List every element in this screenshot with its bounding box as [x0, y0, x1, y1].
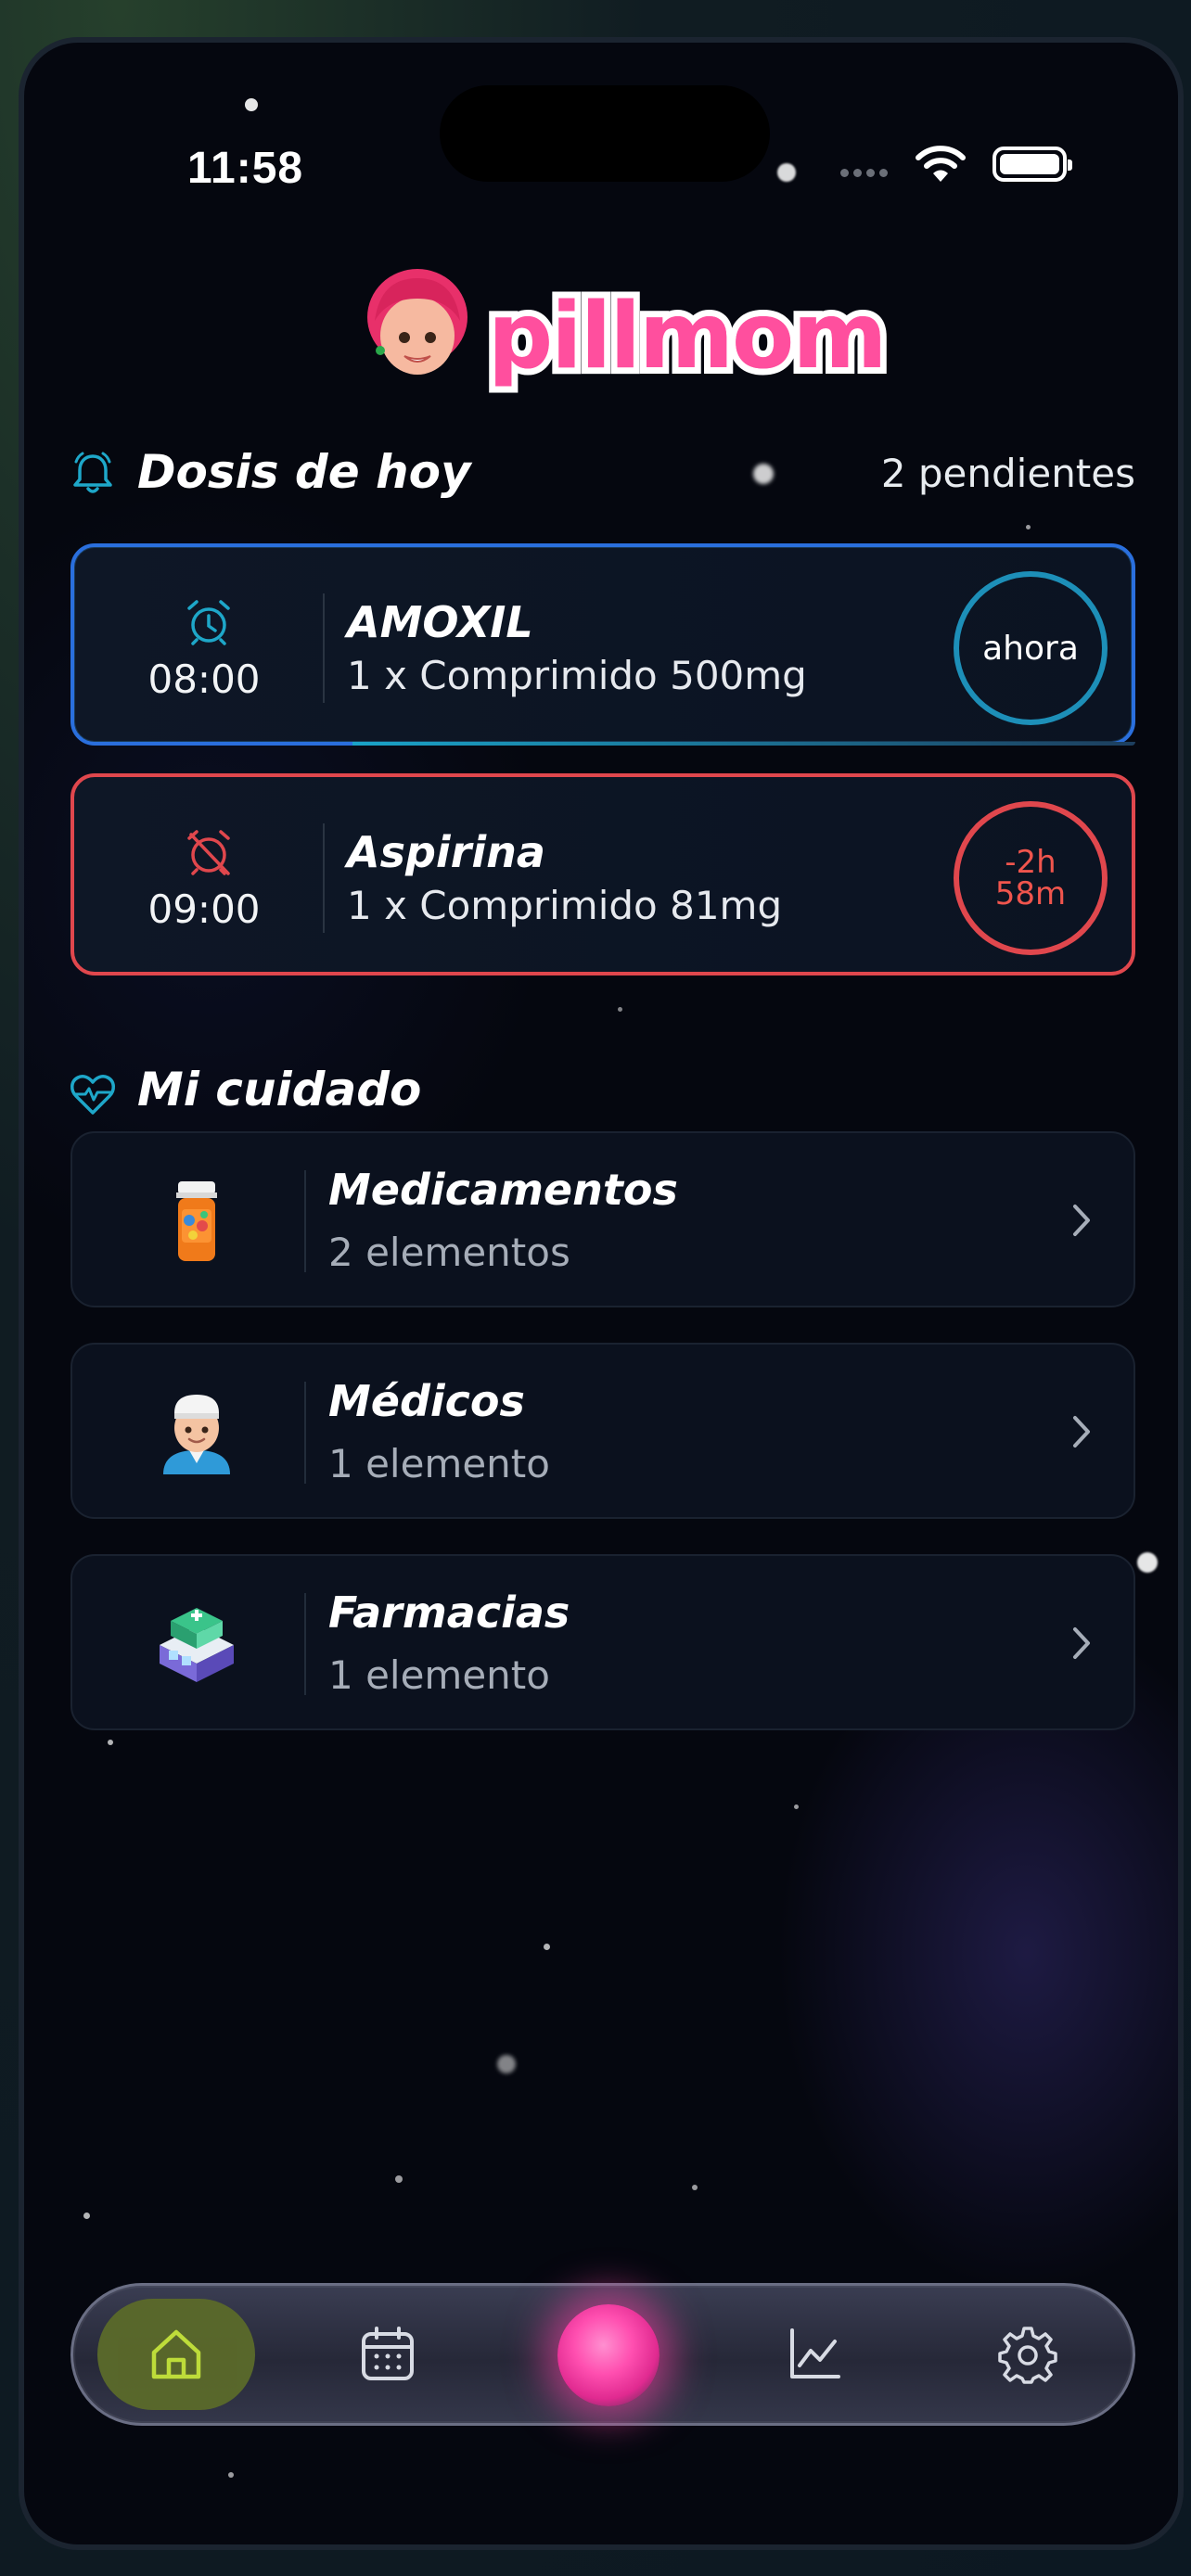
pill-bottle-icon — [176, 1181, 217, 1261]
chevron-right-icon — [1073, 1627, 1090, 1659]
app-logo-text-fill: pillmom — [488, 284, 887, 389]
star — [108, 1740, 113, 1745]
star — [83, 2213, 90, 2219]
dynamic-island — [440, 85, 770, 182]
battery-icon — [992, 147, 1072, 182]
tab-settings[interactable] — [949, 2299, 1107, 2410]
tab-bar — [70, 2283, 1135, 2426]
wifi-icon — [916, 146, 966, 182]
phone-screen: 11:58 pillmom pillmom Dosis de hoy 2 pen… — [19, 37, 1184, 2550]
star — [692, 2185, 698, 2190]
star — [794, 1804, 799, 1809]
divider — [323, 593, 325, 703]
calendar-icon — [362, 2327, 414, 2380]
bell-icon — [73, 452, 112, 493]
care-item-title: Médicos — [328, 1376, 525, 1426]
star — [753, 464, 774, 484]
overdue-hours: -2h — [1005, 844, 1057, 881]
pending-count: 2 pendientes — [880, 451, 1135, 496]
settings-icon — [998, 2327, 1057, 2384]
divider — [323, 823, 325, 933]
star — [777, 163, 796, 182]
star — [1137, 1552, 1158, 1573]
chart-icon — [790, 2328, 840, 2378]
star — [228, 2472, 234, 2478]
divider — [304, 1593, 306, 1695]
star — [497, 2055, 516, 2073]
chevron-right-icon — [1073, 1416, 1090, 1447]
dose-detail: 1 x Comprimido 500mg — [347, 653, 807, 698]
girl-avatar-icon — [367, 269, 467, 375]
care-item-count: 1 elemento — [328, 1652, 550, 1698]
star — [1026, 525, 1031, 529]
background: 11:58 pillmom pillmom Dosis de hoy 2 pen… — [0, 0, 1191, 2576]
dose-status-label: ahora — [982, 629, 1079, 668]
dose-medicine-name: Aspirina — [347, 827, 545, 877]
assistant-orb-icon[interactable] — [557, 2304, 660, 2406]
dose-detail: 1 x Comprimido 81mg — [347, 883, 783, 928]
status-time: 11:58 — [187, 144, 304, 193]
star — [245, 98, 258, 111]
dose-time: 08:00 — [147, 657, 261, 702]
doctor-icon — [163, 1395, 230, 1474]
home-icon — [151, 2329, 201, 2379]
care-item-medicos[interactable]: Médicos 1 elemento — [70, 1343, 1135, 1519]
dose-overdue-badge[interactable]: -2h 58m — [954, 801, 1108, 955]
care-item-medicamentos[interactable]: Medicamentos 2 elementos — [70, 1131, 1135, 1307]
care-item-count: 2 elementos — [328, 1230, 570, 1275]
section-title-care: Mi cuidado — [137, 1063, 422, 1116]
section-title-today: Dosis de hoy — [137, 445, 471, 499]
care-item-count: 1 elemento — [328, 1441, 550, 1486]
dose-time: 09:00 — [147, 886, 261, 932]
dose-card-amoxil[interactable]: 08:00 AMOXIL 1 x Comprimido 500mg ahora — [70, 543, 1135, 746]
tab-home[interactable] — [97, 2299, 255, 2410]
cellular-signal-icon — [840, 163, 892, 181]
alarm-clock-icon — [187, 600, 230, 645]
care-item-title: Farmacias — [328, 1588, 570, 1638]
heart-pulse-icon — [70, 1075, 115, 1115]
care-item-farmacias[interactable]: Farmacias 1 elemento — [70, 1554, 1135, 1730]
alarm-off-icon — [187, 830, 230, 875]
chevron-right-icon — [1073, 1205, 1090, 1236]
star — [544, 1944, 550, 1950]
overdue-minutes: 58m — [994, 875, 1067, 912]
star — [618, 1007, 622, 1012]
dose-medicine-name: AMOXIL — [347, 597, 533, 647]
dose-status-button[interactable]: ahora — [954, 571, 1108, 725]
divider — [304, 1382, 306, 1484]
pharmacy-icon — [160, 1608, 234, 1682]
tab-stats[interactable] — [736, 2299, 893, 2410]
care-item-title: Medicamentos — [328, 1165, 678, 1215]
star — [395, 2175, 403, 2183]
divider — [304, 1170, 306, 1272]
tab-calendar[interactable] — [309, 2299, 467, 2410]
dose-card-aspirina[interactable]: 09:00 Aspirina 1 x Comprimido 81mg -2h 5… — [70, 773, 1135, 976]
